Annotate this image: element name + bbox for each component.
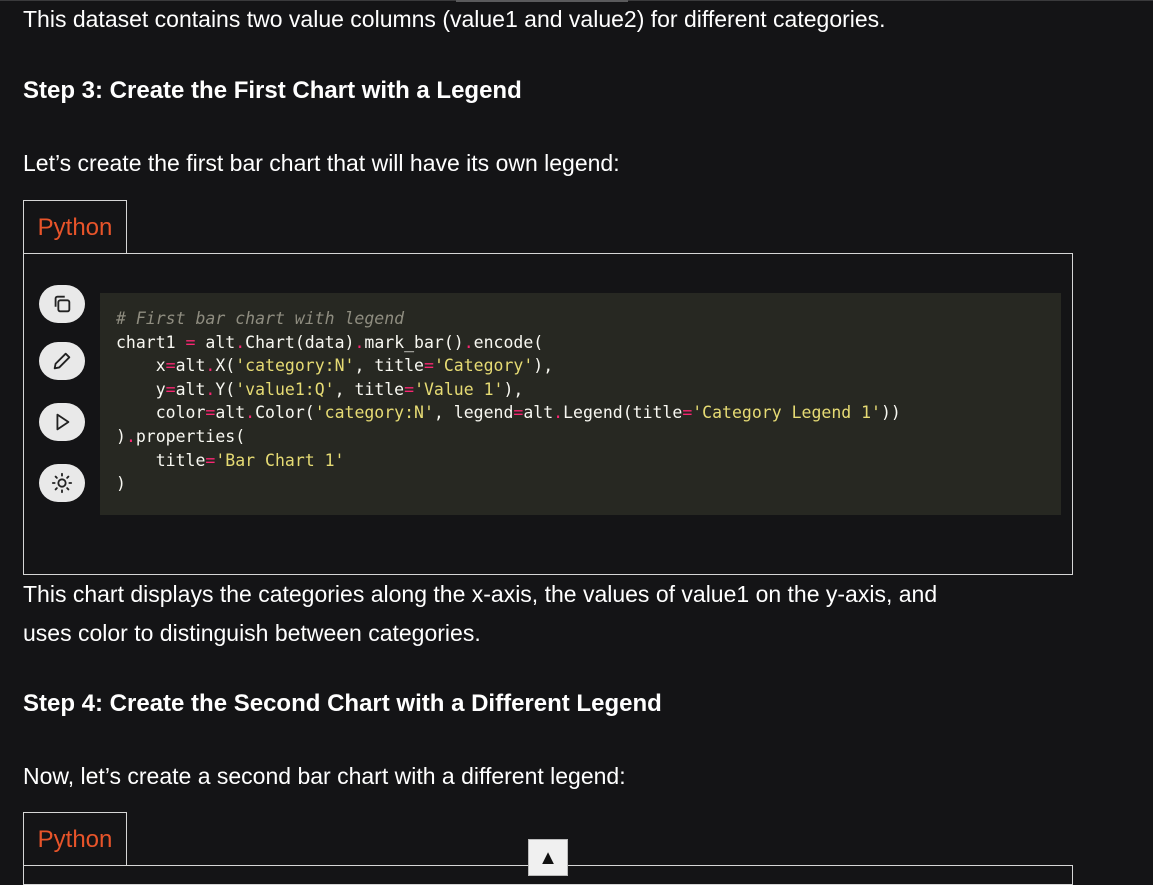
theme-button[interactable] (39, 464, 85, 502)
chart-description-line-2: uses color to distinguish between catego… (23, 620, 481, 646)
code-line: ).properties( (116, 426, 246, 446)
step4-paragraph: Now, let’s create a second bar chart wit… (23, 763, 626, 789)
code-line: color=alt.Color('category:N', legend=alt… (116, 403, 901, 423)
copy-button[interactable] (39, 285, 85, 323)
code-line: ) (116, 474, 126, 494)
step4-heading: Step 4: Create the Second Chart with a D… (23, 690, 662, 717)
intro-paragraph: This dataset contains two value columns … (23, 6, 886, 32)
scroll-to-top-button[interactable]: ▲ (528, 839, 568, 876)
code-line: chart1 = alt.Chart(data).mark_bar().enco… (116, 332, 544, 352)
code-block[interactable]: # First bar chart with legend chart1 = a… (100, 293, 1061, 515)
theme-icon (51, 472, 73, 494)
edit-icon (53, 352, 71, 370)
copy-icon (54, 295, 71, 313)
code-comment: # First bar chart with legend (116, 309, 405, 328)
run-button[interactable] (39, 403, 85, 441)
chart-description-line-1: This chart displays the categories along… (23, 581, 938, 607)
code-tab-python-2[interactable]: Python (23, 812, 127, 865)
step3-heading: Step 3: Create the First Chart with a Le… (23, 77, 522, 104)
code-line: x=alt.X('category:N', title='Category'), (116, 356, 554, 376)
run-icon (56, 413, 70, 431)
code-line: y=alt.Y('value1:Q', title='Value 1'), (116, 379, 524, 399)
step3-paragraph: Let’s create the first bar chart that wi… (23, 150, 620, 176)
edit-button[interactable] (39, 342, 85, 380)
code-tab-python[interactable]: Python (23, 200, 127, 253)
code-line: title='Bar Chart 1' (116, 450, 345, 470)
